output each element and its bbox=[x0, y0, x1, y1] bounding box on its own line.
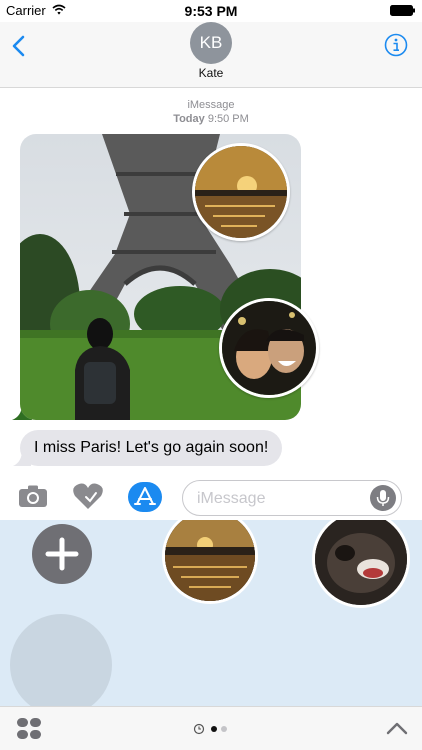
clock: 9:53 PM bbox=[184, 3, 238, 19]
sunset-image bbox=[165, 520, 255, 601]
add-sticker-button[interactable] bbox=[32, 524, 92, 584]
info-icon[interactable] bbox=[384, 33, 408, 57]
selfie-sticker[interactable] bbox=[219, 298, 319, 398]
chevron-left-icon[interactable] bbox=[10, 34, 28, 58]
battery-icon bbox=[390, 5, 415, 16]
contact-avatar[interactable]: KB bbox=[190, 22, 232, 64]
microphone-icon bbox=[376, 490, 390, 506]
drawer-sticker-sunset[interactable] bbox=[162, 520, 258, 604]
timestamp-day: Today bbox=[173, 113, 205, 125]
message-timestamp: Today 9:50 PM bbox=[0, 113, 422, 125]
sticker-drawer bbox=[0, 520, 422, 706]
microphone-button[interactable] bbox=[370, 485, 396, 511]
sunset-image bbox=[195, 146, 287, 238]
message-input[interactable]: iMessage bbox=[182, 480, 402, 516]
app-strip bbox=[0, 706, 422, 750]
message-placeholder: iMessage bbox=[197, 490, 266, 507]
conversation-header: KB Kate bbox=[0, 22, 422, 88]
service-label: iMessage bbox=[187, 99, 235, 111]
contact-name[interactable]: Kate bbox=[0, 66, 422, 80]
sunset-sticker[interactable] bbox=[192, 143, 290, 241]
page-dot bbox=[221, 726, 227, 732]
status-bar: Carrier 9:53 PM bbox=[0, 0, 422, 22]
app-store-icon bbox=[134, 487, 156, 505]
heart-touch-icon[interactable] bbox=[72, 481, 104, 511]
camera-icon[interactable] bbox=[18, 484, 48, 508]
sticker-placeholder[interactable] bbox=[10, 614, 112, 706]
grid-icon[interactable] bbox=[16, 717, 42, 741]
drawer-sticker-dog[interactable] bbox=[312, 520, 410, 608]
dog-image bbox=[315, 520, 407, 605]
page-indicator[interactable] bbox=[193, 723, 233, 735]
selfie-image bbox=[222, 301, 316, 395]
page-dot-current bbox=[211, 726, 217, 732]
text-message[interactable]: I miss Paris! Let's go again soon! bbox=[20, 430, 283, 466]
plus-icon bbox=[45, 537, 79, 571]
chevron-up-icon[interactable] bbox=[386, 721, 408, 735]
timestamp-time: 9:50 PM bbox=[207, 113, 249, 125]
app-store-button[interactable] bbox=[128, 482, 162, 512]
